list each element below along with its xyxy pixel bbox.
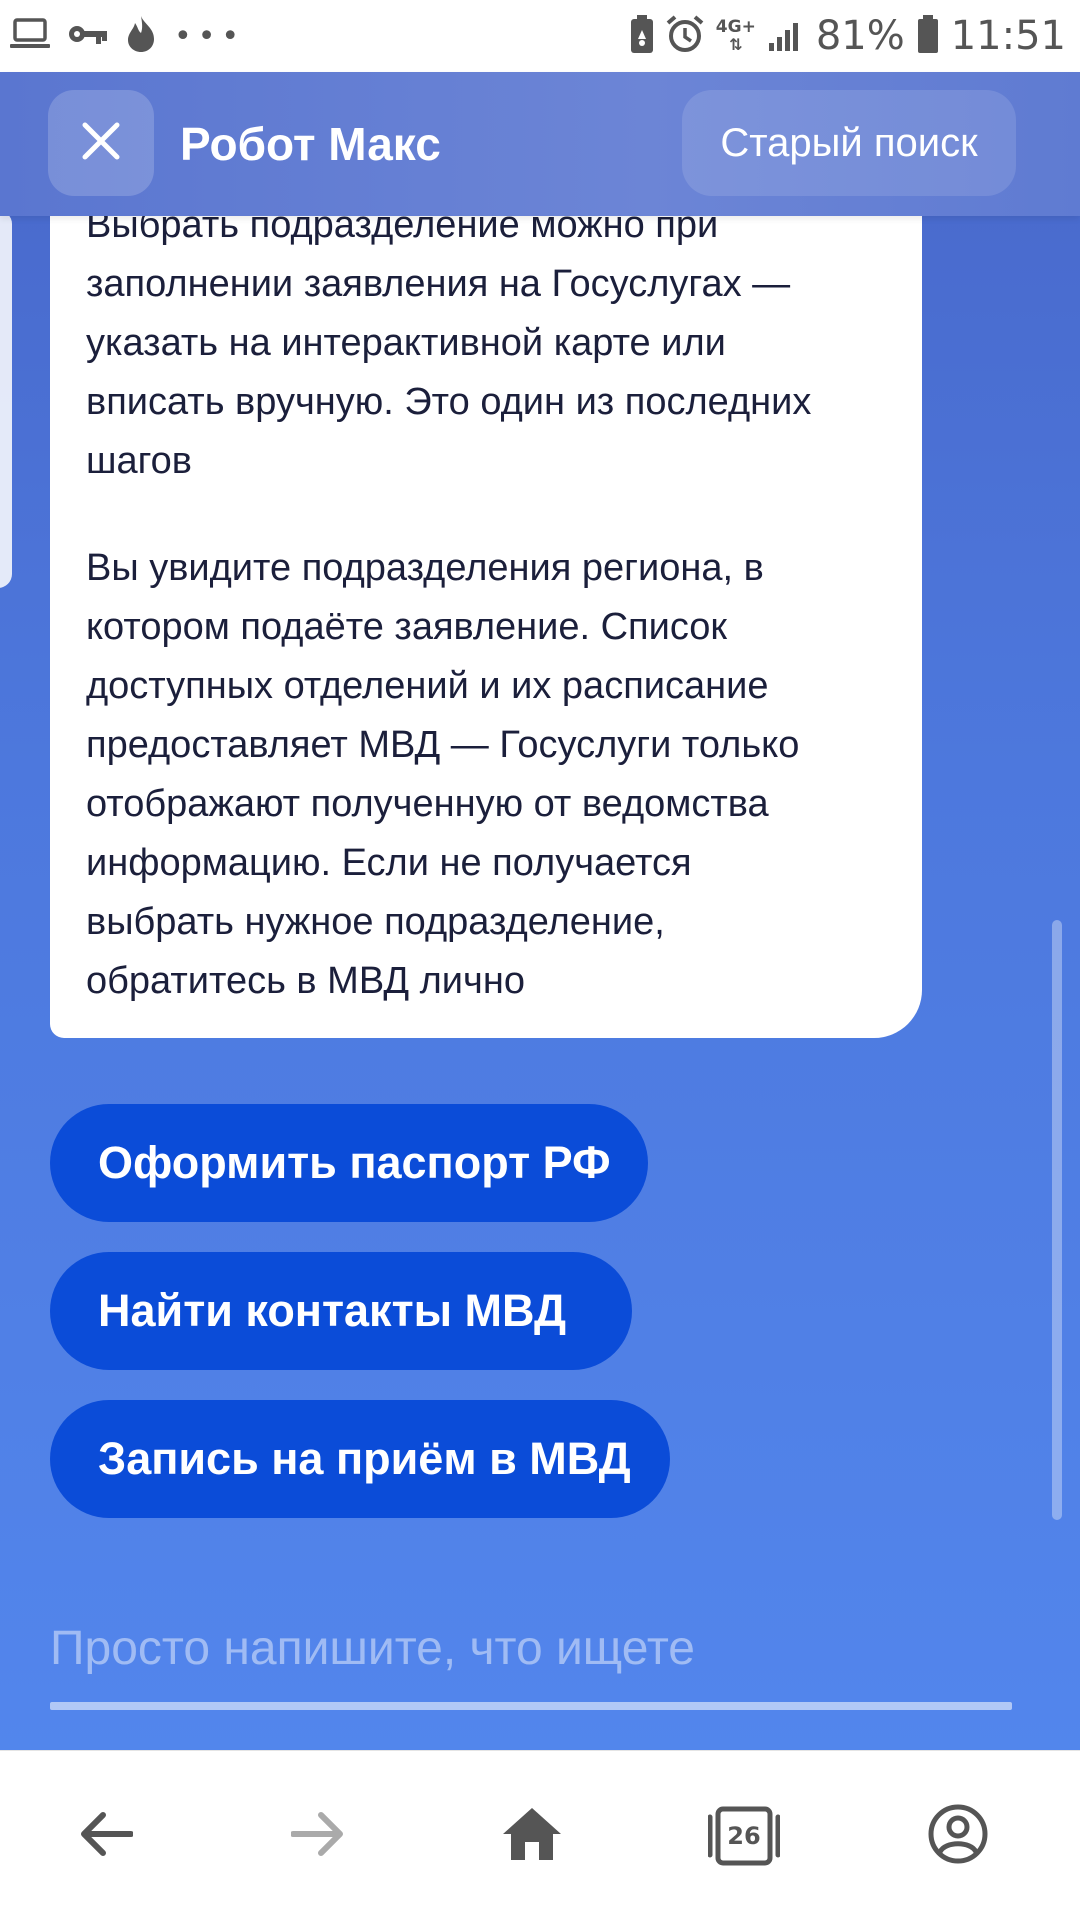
message-paragraph-2: Вы увидите подразделения региона, в кото…: [86, 539, 886, 1011]
message-line: шагов: [86, 440, 192, 482]
tabs-count: 26: [727, 1822, 761, 1850]
more-notifications-dots: •••: [174, 18, 246, 54]
forward-button[interactable]: [258, 1751, 378, 1920]
close-icon: [80, 120, 122, 167]
message-line: вписать вручную. Это один из последних: [86, 381, 812, 423]
status-right-icons: 4G+ ⇅ 81% 11:51: [630, 0, 1066, 72]
previous-card-edge: [0, 210, 12, 588]
chat-header: Робот Макс Старый поиск: [0, 72, 1080, 216]
battery-icon: [917, 15, 939, 57]
tabs-icon: 26: [708, 1805, 780, 1867]
quick-reply-contacts[interactable]: Найти контакты МВД: [50, 1252, 632, 1370]
input-underline: [50, 1702, 1012, 1710]
message-line: информацию. Если не получается: [86, 842, 692, 884]
battery-saver-icon: [630, 15, 654, 57]
message-line: котором подаёте заявление. Список: [86, 606, 728, 648]
status-left-icons: •••: [10, 0, 245, 72]
status-bar: ••• 4G+ ⇅ 81% 11:51: [0, 0, 1080, 72]
message-paragraph-1: Выбрать подразделение можно при заполнен…: [86, 196, 886, 491]
page-title: Робот Макс: [180, 118, 441, 170]
bot-message-bubble: Выбрать подразделение можно при заполнен…: [50, 150, 922, 1038]
screen: ••• 4G+ ⇅ 81% 11:51 Выбрать подразделени…: [0, 0, 1080, 1920]
network-type: 4G+ ⇅: [715, 17, 756, 54]
message-line: заполнении заявления на Госуслугах —: [86, 263, 791, 305]
message-line: выбрать нужное подразделение,: [86, 901, 665, 943]
back-button[interactable]: [46, 1751, 166, 1920]
forward-arrow-icon: [290, 1811, 345, 1862]
home-button[interactable]: [472, 1751, 592, 1920]
close-button[interactable]: [48, 90, 154, 196]
quick-reply-appointment[interactable]: Запись на приём в МВД: [50, 1400, 670, 1518]
message-line: указать на интерактивной карте или: [86, 322, 726, 364]
search-input[interactable]: [50, 1600, 1012, 1696]
battery-percent: 81%: [815, 13, 905, 59]
flame-icon: [126, 15, 156, 57]
clock: 11:51: [950, 13, 1066, 59]
message-line: обратитесь в МВД лично: [86, 960, 525, 1002]
account-button[interactable]: [898, 1751, 1018, 1920]
old-search-button[interactable]: Старый поиск: [682, 90, 1016, 196]
signal-icon: [768, 17, 804, 55]
message-line: Вы увидите подразделения региона, в: [86, 547, 764, 589]
scrollbar-thumb[interactable]: [1052, 920, 1062, 1520]
message-line: предоставляет МВД — Госуслуги только: [86, 724, 800, 766]
message-line: отображают полученную от ведомства: [86, 783, 769, 825]
home-icon: [501, 1806, 563, 1867]
account-icon: [927, 1803, 989, 1870]
alarm-icon: [666, 15, 704, 57]
back-arrow-icon: [79, 1811, 134, 1862]
message-line: доступных отделений и их расписание: [86, 665, 769, 707]
laptop-icon: [10, 17, 50, 55]
key-icon: [68, 22, 108, 50]
tabs-button[interactable]: 26: [684, 1751, 804, 1920]
browser-bottom-nav: 26: [0, 1750, 1080, 1920]
quick-reply-passport[interactable]: Оформить паспорт РФ: [50, 1104, 648, 1222]
